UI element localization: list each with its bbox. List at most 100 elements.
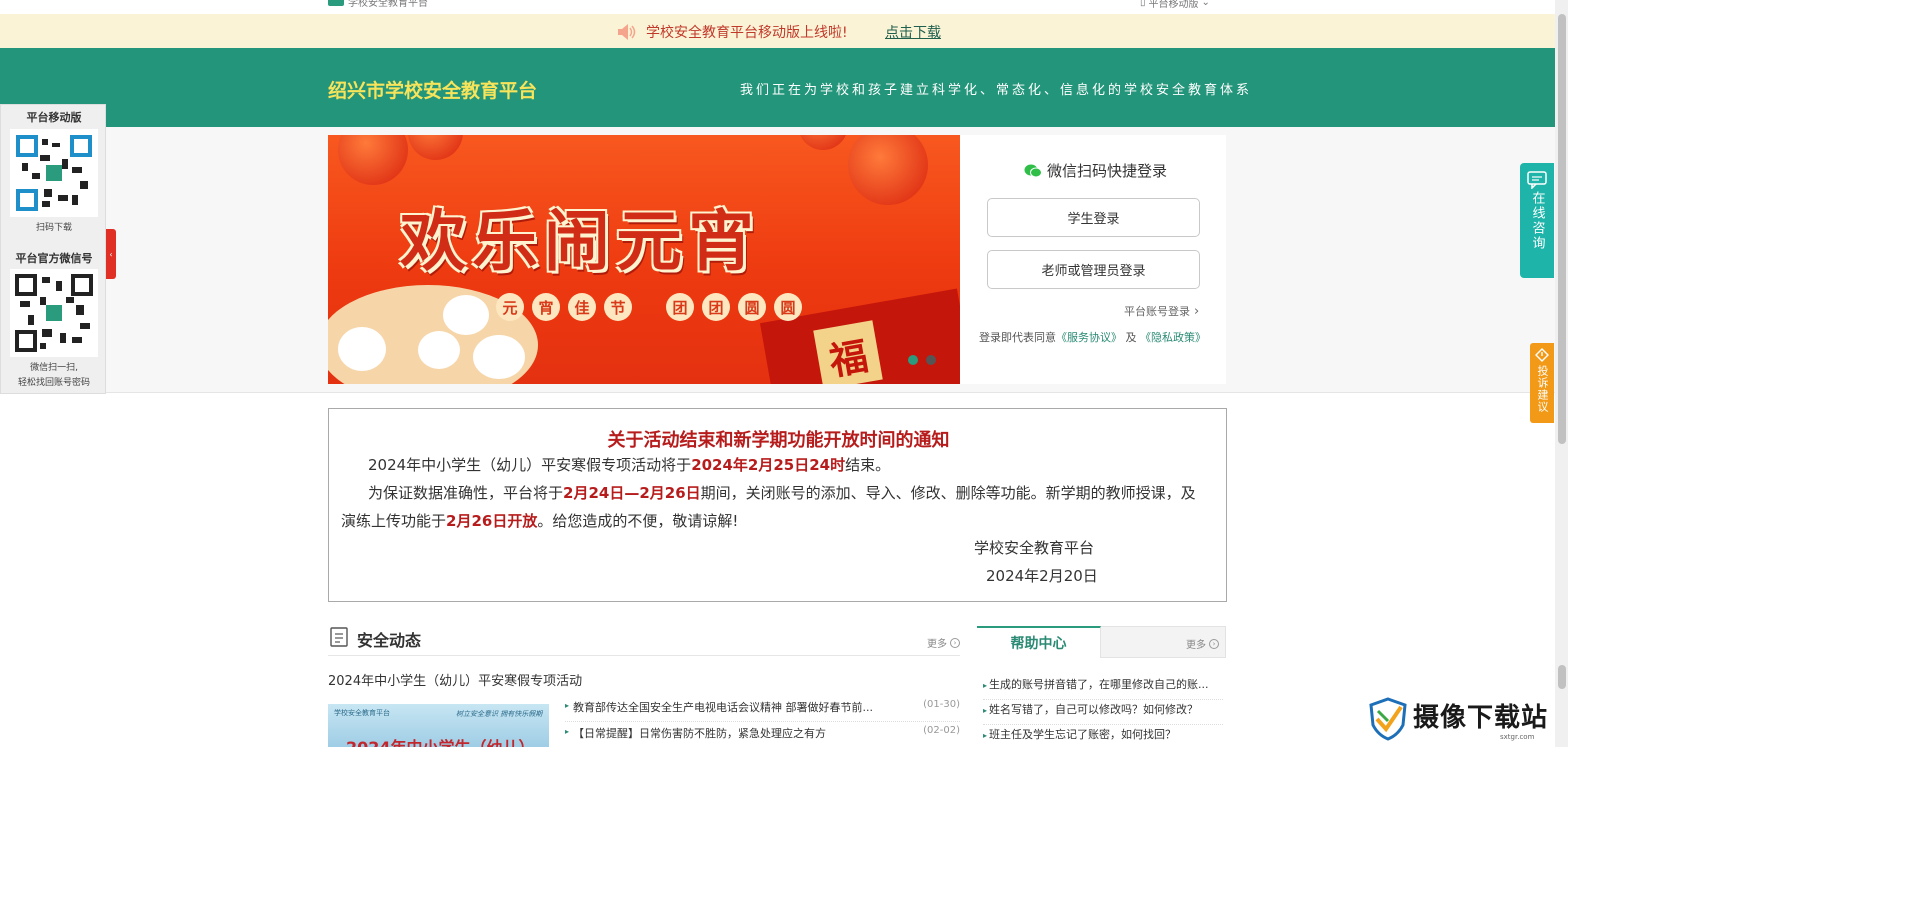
tangyuan xyxy=(338,327,386,371)
news-subtitle[interactable]: 2024年中小学生（幼儿）平安寒假专项活动 xyxy=(328,670,582,689)
announcement-signature: 学校安全教育平台 xyxy=(974,539,1095,557)
announcement-paragraph-2: 为保证数据准确性，平台将于2月24日—2月26日期间，关闭账号的添加、导入、修改… xyxy=(368,479,1196,507)
download-link[interactable]: 点击下载 xyxy=(885,22,941,42)
chat-icon xyxy=(1527,171,1547,189)
agreement-and: 及 xyxy=(1125,331,1137,344)
left-panel-toggle[interactable]: ‹ xyxy=(106,229,116,279)
news-header xyxy=(328,624,960,656)
banner-subtitle-char: 元 xyxy=(496,293,524,321)
lantern-decoration xyxy=(798,135,848,150)
news-more-link[interactable]: 更多 › xyxy=(927,635,960,650)
news-item-title: 教育部传达全国安全生产电视电话会议精神 部署做好春节前... xyxy=(573,701,873,714)
help-list-item[interactable]: ▸ 姓名写错了，自己可以修改吗？如何修改？ xyxy=(983,701,1223,725)
news-item-date: (01-30) xyxy=(923,699,960,710)
watermark-url: sxtgr.com xyxy=(1500,733,1535,741)
notice-text: 学校安全教育平台移动版上线啦! xyxy=(646,25,848,41)
banner-slogan: 欢乐闹元宵 xyxy=(400,202,760,280)
announcement-text: 结束。 xyxy=(845,456,891,474)
top-mobile-text: 平台移动版 xyxy=(1148,0,1199,10)
student-login-button[interactable]: 学生登录 xyxy=(987,198,1200,237)
page: 学校安全教育平台 ▯ 平台移动版 ⌄ 学校安全教育平台移动版上线啦! 点击下载 … xyxy=(0,0,1568,747)
site-title[interactable]: 绍兴市学校安全教育平台 xyxy=(328,76,537,103)
agreement-prefix: 登录即代表同意 xyxy=(979,331,1056,344)
help-item-text: 生成的账号拼音错了，在哪里修改自己的账... xyxy=(989,678,1209,691)
wechat-qr-title: 平台官方微信号 xyxy=(15,252,93,265)
top-mobile-link[interactable]: ▯ 平台移动版 ⌄ xyxy=(1140,0,1210,10)
privacy-policy-link[interactable]: 《隐私政策》 xyxy=(1140,331,1206,344)
fu-badge: 福 xyxy=(813,320,883,384)
agreement-line: 登录即代表同意《服务协议》 及 《隐私政策》 xyxy=(979,329,1206,345)
lantern-decoration xyxy=(848,135,928,205)
arrow-right-icon: ▸ xyxy=(983,706,988,715)
news-section-title: 安全动态 xyxy=(357,631,422,650)
online-consult-label: 在线咨询 xyxy=(1529,191,1545,251)
complaint-button[interactable]: 投诉建议 xyxy=(1530,343,1554,423)
more-text: 更多 xyxy=(1186,640,1206,651)
announcement-box: 关于活动结束和新学期功能开放时间的通知 2024年中小学生（幼儿）平安寒假专项活… xyxy=(328,408,1227,602)
chevron-left-icon: ‹ xyxy=(109,249,113,259)
help-more-link[interactable]: 更多 › xyxy=(1186,636,1219,651)
lantern-decoration xyxy=(408,135,463,160)
help-list-item[interactable]: ▸ 生成的账号拼音错了，在哪里修改自己的账... xyxy=(983,676,1223,700)
banner-subtitle-char: 团 xyxy=(702,293,730,321)
announcement-text: 。给您造成的不便，敬请谅解! xyxy=(537,512,739,530)
help-item-text: 班主任及学生忘记了账密，如何找回？ xyxy=(989,728,1177,741)
thumbnail-slogan: 树立安全意识 拥有快乐假期 xyxy=(456,710,543,718)
qr-code-icon xyxy=(14,273,94,353)
banner-subtitle-char: 佳 xyxy=(568,293,596,321)
thumbnail-logo: 学校安全教育平台 xyxy=(334,709,390,717)
help-list-item[interactable]: ▸ 班主任及学生忘记了账密，如何找回？ xyxy=(983,726,1223,747)
banner-subtitle-char: 圆 xyxy=(738,293,766,321)
wechat-qr-caption-1: 微信扫一扫, xyxy=(30,363,78,373)
announcement-text: 期间，关闭账号的添加、导入、修改、删除等功能。新学期的教师授课，及 xyxy=(700,484,1196,502)
news-item-title: 【日常提醒】日常伤害防不胜防，紧急处理应之有方 xyxy=(573,727,826,740)
chevron-right-circle-icon: › xyxy=(950,637,960,648)
qr-code-icon xyxy=(14,133,94,213)
announcement-highlight: 2月24日—2月26日 xyxy=(563,484,701,502)
announcement-paragraph-3: 演练上传功能于2月26日开放。给您造成的不便，敬请谅解! xyxy=(341,507,738,535)
top-strip xyxy=(0,0,1555,14)
wechat-icon xyxy=(1024,164,1042,177)
site-slogan: 我们正在为学校和孩子建立科学化、常态化、信息化的学校安全教育体系 xyxy=(740,83,1253,98)
top-logo[interactable]: 学校安全教育平台 xyxy=(328,0,428,9)
announcement-highlight: 2024年2月25日24时 xyxy=(691,456,846,474)
scrollbar-thumb[interactable] xyxy=(1558,14,1566,444)
wechat-qr-caption-2: 轻松找回账号密码 xyxy=(17,378,90,388)
carousel-dot[interactable] xyxy=(926,355,936,365)
online-consult-button[interactable]: 在线咨询 xyxy=(1520,163,1554,278)
watermark-logo-icon xyxy=(1369,697,1407,741)
service-agreement-link[interactable]: 《服务协议》 xyxy=(1056,331,1122,344)
announcement-text: 演练上传功能于 xyxy=(341,512,447,530)
arrow-right-icon: ▸ xyxy=(565,701,570,710)
news-item-date: (02-02) xyxy=(923,725,960,736)
scrollbar-thumb-secondary[interactable] xyxy=(1558,665,1566,689)
announcement-highlight: 2月26日开放 xyxy=(446,512,538,530)
news-thumbnail[interactable]: 学校安全教育平台 树立安全意识 拥有快乐假期 2024年中小学生（幼儿） xyxy=(328,704,549,747)
mobile-qr-code xyxy=(10,129,98,217)
vertical-scrollbar[interactable] xyxy=(1555,0,1568,747)
more-text: 更多 xyxy=(927,639,947,650)
banner-subtitle: 元 宵 佳 节 团 团 圆 圆 xyxy=(496,293,802,321)
phone-icon: ▯ xyxy=(1140,0,1146,8)
arrow-right-icon: ▸ xyxy=(565,727,570,736)
left-float-panel: 平台移动版 扫码下载 平台官方微信号 微信扫一扫, 轻松找回账号密码 xyxy=(0,104,106,394)
banner-subtitle-char: 节 xyxy=(604,293,632,321)
mobile-qr-caption: 扫码下载 xyxy=(35,223,72,233)
news-list-item[interactable]: ▸ 教育部传达全国安全生产电视电话会议精神 部署做好春节前... (01-30) xyxy=(565,697,960,722)
platform-login-text: 平台账号登录 xyxy=(1124,305,1190,318)
help-center-tab[interactable]: 帮助中心 xyxy=(977,626,1101,658)
speaker-icon xyxy=(618,24,636,40)
news-list-item[interactable]: ▸ 【日常提醒】日常伤害防不胜防，紧急处理应之有方 (02-02) xyxy=(565,723,960,747)
wechat-login-title[interactable]: 微信扫码快捷登录 xyxy=(1024,160,1167,181)
announcement-title: 关于活动结束和新学期功能开放时间的通知 xyxy=(607,430,950,451)
teacher-login-button[interactable]: 老师或管理员登录 xyxy=(987,250,1200,289)
wechat-login-text: 微信扫码快捷登录 xyxy=(1047,162,1168,180)
carousel-dot[interactable] xyxy=(908,355,918,365)
announcement-text: 为保证数据准确性，平台将于 xyxy=(368,484,564,502)
tangyuan xyxy=(418,331,460,369)
banner-subtitle-char: 团 xyxy=(666,293,694,321)
lantern-decoration xyxy=(338,135,408,185)
platform-login-link[interactable]: 平台账号登录 › xyxy=(1124,303,1199,319)
mobile-qr-title: 平台移动版 xyxy=(26,111,82,124)
